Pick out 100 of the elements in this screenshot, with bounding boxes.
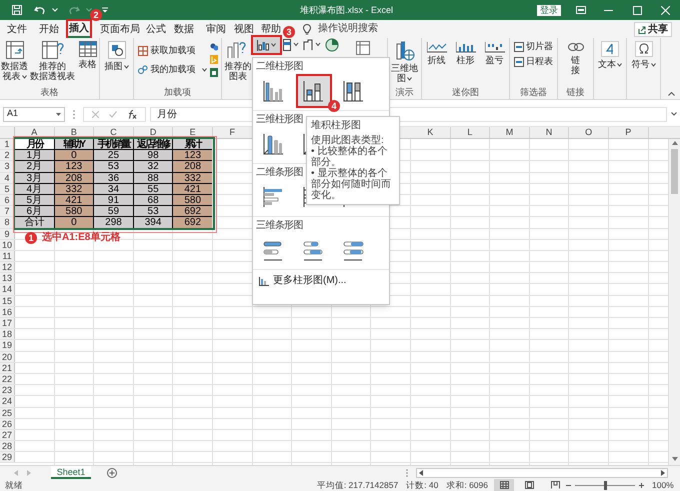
table-button[interactable]: 表格 [76, 41, 98, 69]
horizontal-scrollbar[interactable] [416, 468, 668, 478]
recommended-pivot-button[interactable]: 推荐的 数据透视表 [32, 41, 74, 81]
grid-icon[interactable] [138, 46, 148, 56]
3d-bar-chart-icon[interactable] [263, 239, 285, 261]
ribbon-tab[interactable]: 视图 [233, 21, 255, 38]
sign-in-button[interactable]: 登录 [537, 5, 561, 16]
column-chart-icon[interactable] [259, 276, 269, 286]
pivot-table-button[interactable]: 数据透 视表 [0, 41, 28, 81]
vertical-scrollbar[interactable] [668, 139, 680, 465]
column-header[interactable]: O [569, 127, 609, 138]
column-header[interactable]: A [15, 127, 55, 138]
ribbon-display-icon[interactable] [576, 6, 586, 14]
caret-icon[interactable] [22, 74, 26, 79]
page-layout-icon[interactable] [524, 481, 534, 489]
column-header[interactable]: L [450, 127, 490, 138]
column-chart-icon[interactable] [257, 40, 269, 50]
caret-icon[interactable] [407, 76, 412, 81]
lightbulb-icon[interactable] [303, 24, 311, 35]
page-break-icon[interactable] [550, 481, 560, 489]
3d-bar-chart-icon[interactable] [303, 239, 325, 261]
caret-icon[interactable] [617, 62, 622, 67]
column-header[interactable]: P [608, 127, 649, 138]
row-header[interactable]: 10 [0, 240, 15, 250]
maximize-icon[interactable] [633, 6, 642, 15]
row-header[interactable]: 14 [0, 284, 15, 295]
share-button[interactable]: 共享 [634, 22, 672, 37]
ribbon-tab[interactable]: 帮助 [260, 21, 282, 38]
slicer-icon[interactable] [514, 42, 524, 52]
normal-view-icon[interactable] [500, 481, 508, 489]
sparkline-win-loss-button[interactable]: 盈亏 [482, 41, 508, 65]
column-chart-icon[interactable] [263, 80, 285, 102]
name-box[interactable]: A1 [3, 106, 65, 122]
row-header[interactable]: 20 [0, 352, 15, 362]
column-header[interactable]: B [54, 127, 94, 138]
scroll-up-icon[interactable] [672, 141, 678, 145]
get-addins-button[interactable]: 获取加载项 [138, 45, 206, 56]
timeline-icon[interactable] [514, 56, 524, 66]
pivot-chart-icon[interactable] [356, 41, 370, 55]
recommended-charts-button[interactable]: 推荐的 图表 [226, 41, 250, 81]
ribbon-tab[interactable]: 公式 [145, 21, 167, 38]
normal-view-button[interactable] [494, 479, 514, 491]
row-header[interactable]: 21 [0, 362, 15, 373]
dropdown-icon[interactable] [56, 112, 61, 116]
slider-thumb[interactable] [604, 480, 606, 490]
column-chart-button[interactable] [253, 37, 280, 53]
ribbon-tab[interactable]: 插入 [68, 21, 90, 38]
3d-column-chart-icon[interactable] [263, 133, 285, 155]
sparkline-column-button[interactable]: 柱形 [452, 41, 478, 65]
3d-map-button[interactable]: 三维地 图 [390, 41, 420, 83]
my-addins-button[interactable]: 我的加载项 [138, 64, 206, 75]
search-field[interactable]: 操作说明搜索 [318, 22, 378, 36]
add-sheet-icon[interactable] [107, 468, 117, 478]
column-chart-option[interactable] [298, 76, 330, 106]
ribbon-tab[interactable]: 开始 [38, 21, 60, 38]
zoom-in-icon[interactable] [639, 483, 644, 488]
customize-icon[interactable] [102, 7, 108, 13]
scrollbar-thumb[interactable] [671, 149, 678, 194]
row-header[interactable]: 15 [0, 296, 15, 306]
row-header[interactable]: 18 [0, 329, 15, 340]
puzzle-icon[interactable] [138, 64, 148, 74]
row-header[interactable]: 11 [0, 250, 15, 262]
ribbon-tab[interactable]: 审阅 [205, 21, 227, 38]
more-column-charts-item[interactable]: 更多柱形图(M)... [253, 270, 352, 287]
ribbon-tab[interactable]: 页面布局 [99, 21, 141, 38]
form-icon[interactable] [210, 68, 218, 77]
row-header[interactable]: 13 [0, 273, 15, 284]
share-icon[interactable] [638, 26, 646, 34]
zoom-level-text[interactable]: 100% [652, 479, 674, 491]
column-header[interactable]: N [530, 127, 570, 138]
line-chart-icon[interactable] [303, 39, 322, 51]
3d-bar-chart-icon[interactable] [343, 239, 365, 261]
expand-icon[interactable] [671, 112, 677, 116]
row-header[interactable]: 24 [0, 396, 15, 406]
row-header[interactable]: 26 [0, 418, 15, 429]
close-icon[interactable] [661, 6, 670, 15]
caret-icon[interactable] [202, 68, 206, 72]
ribbon-tab[interactable]: 数据 [173, 21, 195, 38]
bar-chart-icon[interactable] [263, 186, 285, 208]
link-button[interactable]: 链 接 [566, 41, 586, 75]
text-button[interactable]: 文本 [598, 41, 622, 69]
row-header[interactable]: 17 [0, 318, 15, 328]
scroll-right-icon[interactable] [661, 470, 665, 476]
scroll-down-icon[interactable] [672, 457, 678, 461]
column-header[interactable]: M [490, 127, 530, 138]
pie-chart-icon[interactable] [325, 38, 339, 52]
symbol-button[interactable]: 符号 [632, 41, 656, 69]
row-header[interactable]: 12 [0, 262, 15, 272]
column-header[interactable]: E [173, 127, 213, 138]
timeline-button[interactable]: 日程表 [514, 56, 553, 67]
caret-icon[interactable] [650, 62, 656, 67]
row-header[interactable]: 25 [0, 408, 15, 418]
caret-icon[interactable] [271, 43, 276, 47]
column-chart-icon[interactable] [343, 80, 365, 102]
sparkline-line-button[interactable]: 折线 [424, 41, 450, 65]
row-header[interactable]: 19 [0, 340, 15, 351]
illustrations-button[interactable]: 插图 [104, 41, 130, 71]
column-chart-icon[interactable] [303, 80, 325, 102]
row-header[interactable]: 16 [0, 306, 15, 317]
column-header[interactable]: K [410, 127, 451, 138]
